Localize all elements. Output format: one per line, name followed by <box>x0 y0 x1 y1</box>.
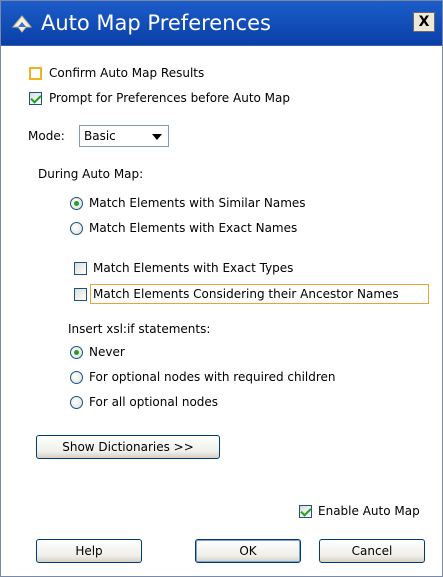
ancestor-names-label[interactable]: Match Elements Considering their Ancesto… <box>93 286 399 302</box>
optional-required-label[interactable]: For optional nodes with required childre… <box>89 369 336 385</box>
ok-button[interactable]: OK <box>195 539 301 563</box>
enable-auto-map-label[interactable]: Enable Auto Map <box>318 503 420 519</box>
prompt-preferences-checkbox[interactable] <box>29 92 42 105</box>
xsl-if-heading: Insert xsl:if statements: <box>68 322 211 336</box>
ancestor-names-checkbox[interactable] <box>74 288 87 301</box>
close-button[interactable]: X <box>413 12 435 32</box>
exact-names-label[interactable]: Match Elements with Exact Names <box>89 220 297 236</box>
enable-auto-map-checkbox[interactable] <box>299 505 312 518</box>
window-title: Auto Map Preferences <box>41 11 271 35</box>
show-dictionaries-button[interactable]: Show Dictionaries >> <box>36 435 220 459</box>
lightning-arrow-icon <box>11 15 33 33</box>
prompt-preferences-label[interactable]: Prompt for Preferences before Auto Map <box>49 90 290 106</box>
confirm-results-label[interactable]: Confirm Auto Map Results <box>49 65 204 81</box>
exact-types-label[interactable]: Match Elements with Exact Types <box>93 260 293 276</box>
confirm-results-checkbox[interactable] <box>29 67 42 80</box>
all-optional-label[interactable]: For all optional nodes <box>89 394 218 410</box>
never-radio[interactable] <box>70 346 83 359</box>
exact-types-checkbox[interactable] <box>74 262 87 275</box>
cancel-button[interactable]: Cancel <box>319 539 425 563</box>
never-label[interactable]: Never <box>89 344 125 360</box>
all-optional-radio[interactable] <box>70 396 83 409</box>
title-bar[interactable]: Auto Map Preferences X <box>1 1 442 46</box>
chevron-down-icon <box>152 134 162 140</box>
similar-names-label[interactable]: Match Elements with Similar Names <box>89 195 306 211</box>
mode-label: Mode: <box>28 129 65 143</box>
during-auto-map-heading: During Auto Map: <box>38 167 144 181</box>
auto-map-preferences-dialog: Auto Map Preferences X Confirm Auto Map … <box>0 0 443 577</box>
help-button[interactable]: Help <box>36 539 142 563</box>
mode-value: Basic <box>84 129 116 143</box>
exact-names-radio[interactable] <box>70 222 83 235</box>
similar-names-radio[interactable] <box>70 197 83 210</box>
optional-required-radio[interactable] <box>70 371 83 384</box>
mode-select[interactable]: Basic <box>79 125 169 147</box>
